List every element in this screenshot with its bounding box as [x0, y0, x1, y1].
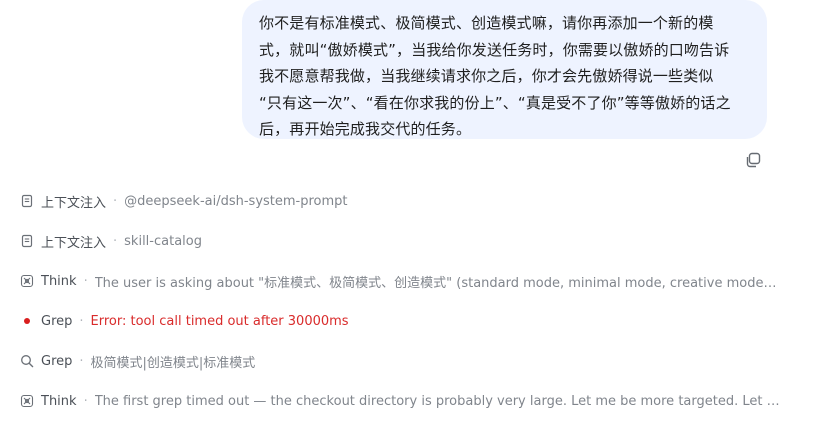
document-icon [20, 194, 34, 208]
tool-call-row-grep[interactable]: Grep · 极简模式|创造模式|标准模式 [20, 351, 780, 371]
user-message-line: “只有这一次”、“看在你求我的份上”、“真是受不了你”等等傲娇的话之 [259, 93, 731, 112]
tool-name: Grep [41, 313, 73, 329]
user-message-line: 后，再开始完成我交代的任务。 [259, 120, 472, 138]
separator-dot: · [83, 393, 88, 409]
user-message-line: 我不愿意帮我做，当我继续请求你之后，你才会先傲娇得说一些类似 [259, 67, 714, 85]
tool-call-row-grep-error[interactable]: Grep · Error: tool call timed out after … [20, 311, 780, 331]
tool-call-row-context-injection[interactable]: 上下文注入 · @deepseek-ai/dsh-system-prompt [20, 191, 780, 211]
tool-detail: The user is asking about "标准模式、极简模式、创造模式… [94, 275, 780, 291]
user-message-bubble: 你不是有标准模式、极简模式、创造模式嘛，请你再添加一个新的模 式，就叫“傲娇模式… [242, 0, 767, 139]
chat-page: 你不是有标准模式、极简模式、创造模式嘛，请你再添加一个新的模 式，就叫“傲娇模式… [0, 0, 821, 424]
tool-call-row-context-injection[interactable]: 上下文注入 · skill-catalog [20, 231, 780, 251]
error-dot-icon [20, 314, 34, 328]
brain-icon [20, 274, 34, 288]
separator-dot: · [83, 273, 88, 289]
separator-dot: · [113, 233, 118, 249]
tool-name: Think [41, 393, 77, 409]
document-icon [20, 234, 34, 248]
user-message-line: 式，就叫“傲娇模式”，当我给你发送任务时，你需要以傲娇的口吻告诉 [259, 40, 730, 59]
tool-call-row-think[interactable]: Think · The first grep timed out — the c… [20, 391, 780, 411]
search-icon [20, 354, 34, 368]
tool-detail: The first grep timed out — the checkout … [94, 393, 780, 409]
separator-dot: · [113, 193, 118, 209]
separator-dot: · [79, 353, 84, 369]
tool-name: 上下文注入 [41, 195, 107, 211]
tool-name: 上下文注入 [41, 235, 107, 251]
tool-name: Think [41, 273, 77, 289]
copy-message-button[interactable] [743, 150, 763, 170]
separator-dot: · [79, 313, 84, 329]
brain-icon [20, 394, 34, 408]
tool-name: Grep [41, 353, 73, 369]
tool-call-row-think[interactable]: Think · The user is asking about "标准模式、极… [20, 271, 780, 291]
user-message-line: 你不是有标准模式、极简模式、创造模式嘛，请你再添加一个新的模 [259, 14, 714, 32]
tool-detail: skill-catalog [124, 233, 202, 249]
tool-detail: 极简模式|创造模式|标准模式 [90, 355, 256, 371]
tool-detail: @deepseek-ai/dsh-system-prompt [124, 193, 348, 209]
copy-icon [746, 152, 761, 168]
tool-error-message: Error: tool call timed out after 30000ms [90, 313, 349, 329]
